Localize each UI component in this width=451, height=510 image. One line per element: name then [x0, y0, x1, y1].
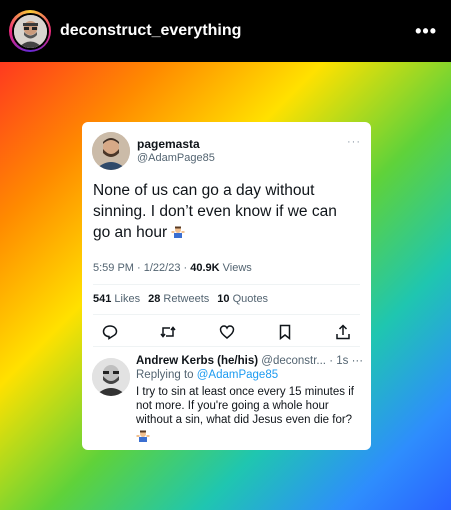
- tweet-more-icon[interactable]: ···: [347, 136, 361, 148]
- quotes-count: 10: [217, 293, 230, 305]
- reply-author-avatar-illustration: [92, 358, 130, 396]
- likes-count: 541: [93, 293, 112, 305]
- tweet-display-name[interactable]: pagemasta: [137, 137, 215, 151]
- retweets-stat[interactable]: 28 Retweets: [148, 293, 209, 305]
- replying-to-prefix: Replying to: [136, 369, 194, 381]
- tweet-date[interactable]: 1/22/23: [144, 262, 181, 274]
- reply-body: Andrew Kerbs (he/his) @deconstr... · 1s …: [136, 354, 364, 447]
- quotes-label: Quotes: [232, 293, 269, 305]
- likes-stat[interactable]: 541 Likes: [93, 293, 140, 305]
- profile-avatar[interactable]: [11, 12, 49, 50]
- retweets-label: Retweets: [163, 293, 210, 305]
- divider: [93, 314, 360, 315]
- tweet-text-content: None of us can go a day without sinning.…: [93, 182, 337, 241]
- share-icon[interactable]: [335, 324, 351, 340]
- tweet-author-avatar: [92, 132, 130, 170]
- bookmark-icon[interactable]: [277, 324, 293, 340]
- reply-more-icon[interactable]: ···: [352, 355, 364, 367]
- retweet-icon[interactable]: [160, 324, 176, 340]
- instagram-post-header: deconstruct_everything •••: [0, 0, 451, 62]
- tweet-handle[interactable]: @AdamPage85: [137, 151, 215, 165]
- profile-story-ring[interactable]: [9, 10, 51, 52]
- tweet-text: None of us can go a day without sinning.…: [93, 180, 358, 243]
- reply-author-avatar[interactable]: [92, 358, 130, 396]
- reply-header: Andrew Kerbs (he/his) @deconstr... · 1s …: [136, 354, 364, 368]
- tweet-stats: 541 Likes 28 Retweets 10 Quotes: [93, 293, 268, 305]
- tweet-author-avatar-illustration: [92, 132, 130, 170]
- tweet-views-label: Views: [222, 262, 252, 274]
- post-username[interactable]: deconstruct_everything: [60, 22, 241, 40]
- replying-to: Replying to @AdamPage85: [136, 368, 364, 382]
- retweets-count: 28: [148, 293, 161, 305]
- tweet-time[interactable]: 5:59 PM: [93, 262, 134, 274]
- tweet-views-count: 40.9K: [190, 262, 220, 274]
- reply-display-name[interactable]: Andrew Kerbs (he/his): [136, 355, 258, 367]
- reply-icon[interactable]: [102, 324, 118, 340]
- heart-icon[interactable]: [219, 324, 235, 340]
- post-image: pagemasta @AdamPage85 ··· None of us can…: [0, 62, 451, 510]
- man-shrugging-emoji-icon: [136, 429, 364, 447]
- man-shrugging-emoji-icon: [171, 224, 185, 238]
- divider: [93, 346, 360, 347]
- reply-text: I try to sin at least once every 15 minu…: [136, 386, 354, 426]
- profile-avatar-illustration: [13, 14, 47, 48]
- replying-to-handle[interactable]: @AdamPage85: [197, 369, 278, 381]
- tweet-metadata: 5:59 PM · 1/22/23 · 40.9K Views: [93, 262, 252, 274]
- divider: [93, 284, 360, 285]
- tweet-card: pagemasta @AdamPage85 ··· None of us can…: [82, 122, 371, 450]
- tweet-actions: [102, 324, 351, 340]
- tweet-author: pagemasta @AdamPage85: [92, 132, 215, 170]
- quotes-stat[interactable]: 10 Quotes: [217, 293, 268, 305]
- more-options-icon[interactable]: •••: [415, 21, 437, 42]
- reply-handle-time[interactable]: @deconstr... · 1s: [261, 355, 348, 367]
- likes-label: Likes: [114, 293, 141, 305]
